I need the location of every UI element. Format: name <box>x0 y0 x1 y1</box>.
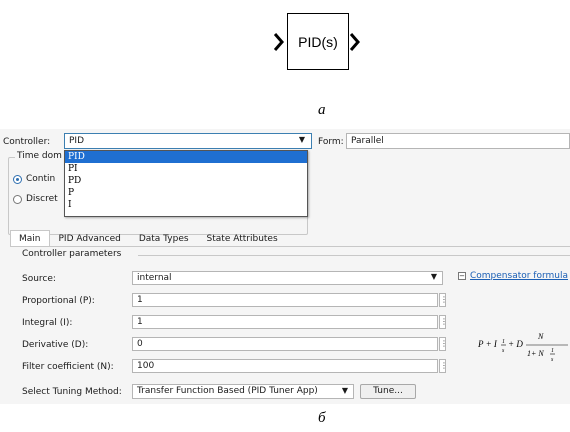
input-port-icon <box>274 33 284 51</box>
svg-text:s: s <box>502 348 505 354</box>
radio-continuous[interactable]: Contin <box>13 174 55 184</box>
filter-coefficient-input[interactable]: 100 <box>132 359 438 373</box>
dropdown-option[interactable]: P <box>65 187 307 199</box>
controller-label: Controller: <box>3 137 51 147</box>
svg-text:1: 1 <box>502 339 505 345</box>
svg-text:1+ N: 1+ N <box>527 349 544 358</box>
source-select[interactable]: internal ▼ <box>132 271 443 285</box>
proportional-input[interactable]: 1 <box>132 293 438 307</box>
compensator-formula-label: Compensator formula <box>470 271 569 281</box>
form-select-value: Parallel <box>351 136 384 146</box>
svg-text:1: 1 <box>551 348 554 354</box>
controller-select-value: PID <box>69 136 85 146</box>
tab-main[interactable]: Main <box>10 230 50 246</box>
tab-pid-advanced[interactable]: PID Advanced <box>50 230 130 246</box>
source-select-value: internal <box>137 273 172 283</box>
radio-unselected-icon <box>13 194 22 204</box>
form-select[interactable]: Parallel <box>346 133 570 149</box>
filter-coefficient-label: Filter coefficient (N): <box>22 362 114 372</box>
more-options-icon[interactable]: ⋮ <box>439 315 448 329</box>
svg-text:N: N <box>537 332 544 341</box>
params-divider <box>138 255 570 256</box>
caption-a: а <box>318 102 326 118</box>
dropdown-option[interactable]: PI <box>65 163 307 175</box>
tuning-method-label: Select Tuning Method: <box>22 387 122 397</box>
integral-label: Integral (I): <box>22 318 73 328</box>
radio-selected-icon <box>13 174 22 184</box>
svg-text:+ D: + D <box>508 339 523 349</box>
proportional-value: 1 <box>137 295 143 305</box>
chevron-down-icon: ▼ <box>341 386 348 395</box>
tab-bar: Main PID Advanced Data Types State Attri… <box>10 230 287 246</box>
chevron-down-icon: ▼ <box>298 135 305 144</box>
controller-dropdown-list: PID PI PD P I <box>64 150 308 217</box>
pid-block-label: PID(s) <box>298 33 338 50</box>
tab-data-types[interactable]: Data Types <box>130 230 198 246</box>
more-options-icon[interactable]: ⋮ <box>439 359 448 373</box>
integral-value: 1 <box>137 317 143 327</box>
controller-select[interactable]: PID ▼ <box>64 133 312 149</box>
compensator-formula-link[interactable]: − Compensator formula <box>458 271 568 281</box>
chevron-down-icon: ▼ <box>430 272 437 281</box>
dropdown-option[interactable]: I <box>65 199 307 211</box>
dropdown-option[interactable]: PID <box>65 151 307 163</box>
dropdown-option[interactable]: PD <box>65 175 307 187</box>
controller-parameters-legend: Controller parameters <box>22 249 122 259</box>
collapse-icon: − <box>458 272 466 280</box>
svg-text:P + I: P + I <box>478 339 498 349</box>
controller-row: Controller: <box>3 137 50 147</box>
derivative-input[interactable]: 0 <box>132 337 438 351</box>
radio-continuous-label: Contin <box>26 174 56 184</box>
form-label: Form: <box>318 137 344 147</box>
radio-discrete-label: Discret <box>26 194 58 204</box>
svg-text:s: s <box>551 357 554 363</box>
derivative-value: 0 <box>137 339 143 349</box>
filter-coefficient-value: 100 <box>137 361 155 371</box>
tuning-method-select[interactable]: Transfer Function Based (PID Tuner App) … <box>132 384 354 399</box>
caption-b: б <box>318 410 326 426</box>
more-options-icon[interactable]: ⋮ <box>439 337 448 351</box>
pid-parameters-dialog: Controller: PID ▼ Form: Parallel Time do… <box>0 129 570 404</box>
tab-divider <box>10 246 570 247</box>
time-domain-legend: Time dom <box>15 151 64 161</box>
source-label: Source: <box>22 274 56 284</box>
tab-state-attributes[interactable]: State Attributes <box>198 230 287 246</box>
integral-input[interactable]: 1 <box>132 315 438 329</box>
proportional-label: Proportional (P): <box>22 296 95 306</box>
tune-button[interactable]: Tune... <box>360 384 416 399</box>
tuning-method-value: Transfer Function Based (PID Tuner App) <box>137 386 318 396</box>
pid-block[interactable]: PID(s) <box>287 13 349 70</box>
compensator-formula-image: P + I 1 s + D N 1+ N 1 s <box>478 332 568 363</box>
more-options-icon[interactable]: ⋮ <box>439 293 448 307</box>
radio-discrete[interactable]: Discret <box>13 194 58 204</box>
output-port-icon <box>350 33 360 51</box>
derivative-label: Derivative (D): <box>22 340 89 350</box>
